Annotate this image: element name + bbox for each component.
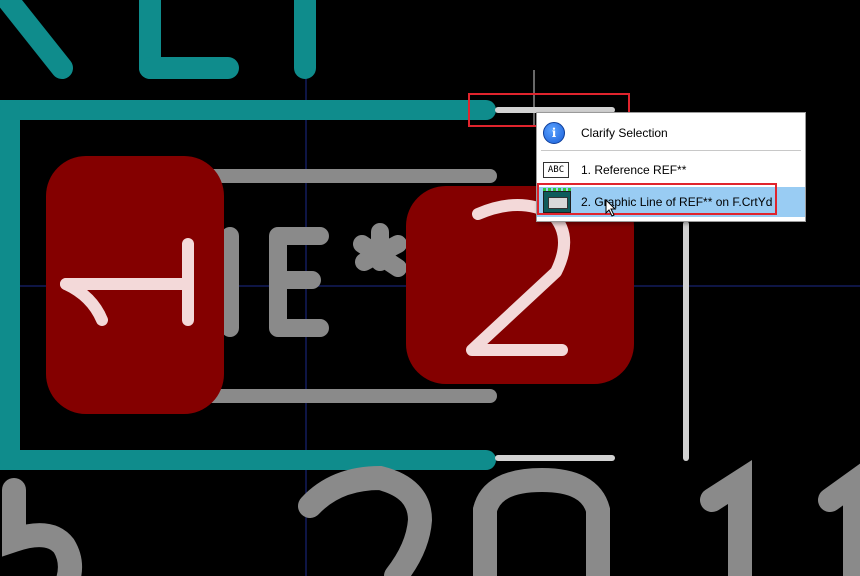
fab-text-fragment — [0, 0, 316, 79]
info-icon: i — [543, 122, 565, 144]
mouse-cursor-icon — [605, 199, 617, 217]
menu-item-label: 1. Reference REF** — [581, 163, 687, 177]
pcb-canvas[interactable] — [0, 0, 860, 576]
menu-item-reference[interactable]: ABC 1. Reference REF** — [537, 157, 805, 183]
pad-1[interactable] — [46, 156, 224, 414]
abc-text-icon: ABC — [543, 162, 569, 178]
clarify-selection-menu: i Clarify Selection ABC 1. Reference REF… — [536, 112, 806, 222]
value-text-graphic — [2, 460, 860, 576]
graphic-line-icon — [543, 188, 571, 213]
menu-separator — [541, 150, 801, 151]
ref-text-graphic — [221, 223, 407, 337]
menu-item-clarify-selection[interactable]: i Clarify Selection — [537, 119, 805, 147]
menu-item-graphic-line[interactable]: 2. Graphic Line of REF** on F.CrtYd — [537, 187, 805, 217]
menu-item-label: Clarify Selection — [581, 126, 668, 140]
